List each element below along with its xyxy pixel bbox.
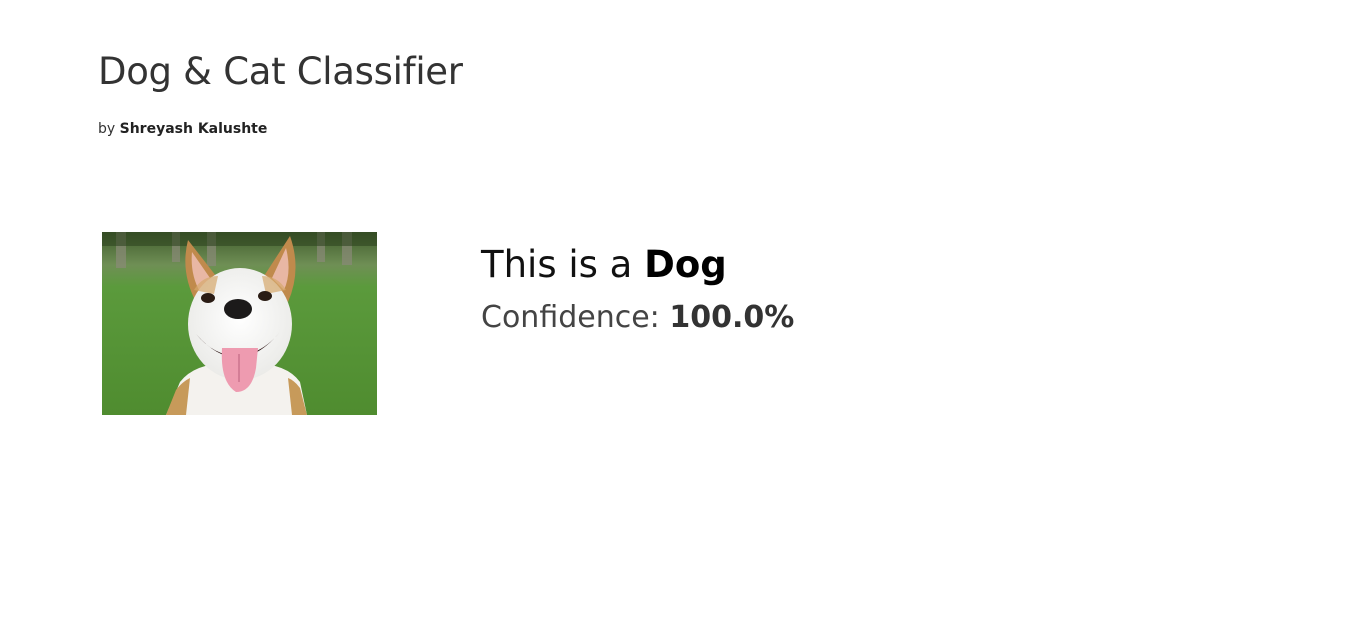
confidence-line: Confidence: 100.0% xyxy=(481,297,794,339)
prediction-prefix: This is a xyxy=(481,243,645,286)
confidence-value: 100.0% xyxy=(669,300,795,335)
author-name: Shreyash Kalushte xyxy=(119,121,268,137)
page-title: Dog & Cat Classifier xyxy=(98,50,463,93)
prediction-result: This is a Dog xyxy=(481,240,727,290)
confidence-prefix: Confidence: xyxy=(481,300,670,335)
dog-image xyxy=(102,232,377,415)
prediction-label: Dog xyxy=(644,243,727,286)
byline-prefix: by xyxy=(98,121,120,137)
byline: by Shreyash Kalushte xyxy=(98,119,267,139)
